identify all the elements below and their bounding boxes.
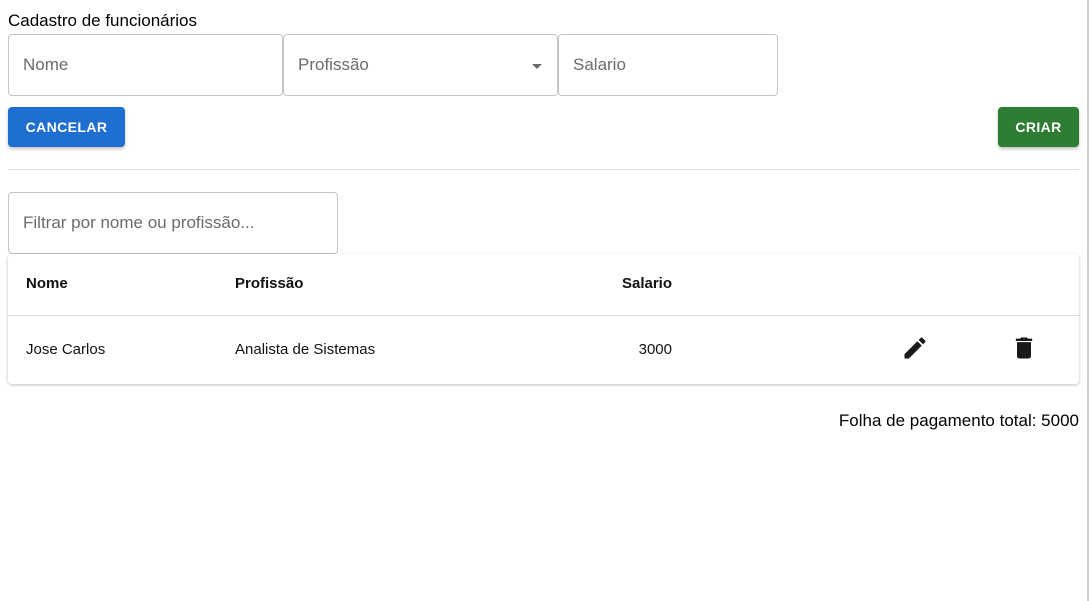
nome-input[interactable]	[9, 35, 282, 95]
edit-button[interactable]	[901, 334, 929, 362]
profissao-select-placeholder: Profissão	[298, 55, 369, 74]
section-divider	[8, 169, 1079, 170]
profissao-select[interactable]: Profissão	[283, 34, 558, 96]
salario-input[interactable]	[559, 35, 777, 95]
trash-icon	[1015, 337, 1033, 359]
employees-table: Nome Profissão Salario Jose Carlos Anali…	[8, 254, 1079, 384]
pencil-icon	[904, 337, 926, 359]
filter-field[interactable]	[8, 192, 338, 254]
row-salario-cell: 3000	[638, 341, 672, 358]
row-nome-cell: Jose Carlos	[26, 341, 106, 358]
cancel-button[interactable]: CANCELAR	[8, 107, 125, 147]
create-button[interactable]: CRIAR	[998, 107, 1079, 147]
header-divider	[8, 315, 1079, 316]
page-title: Cadastro de funcionários	[8, 11, 198, 30]
column-header-nome: Nome	[26, 275, 68, 292]
row-profissao-cell: Analista de Sistemas	[235, 341, 376, 358]
column-header-salario: Salario	[621, 275, 672, 292]
delete-button[interactable]	[1010, 334, 1038, 362]
filter-input[interactable]	[9, 193, 337, 253]
column-header-profissao: Profissão	[235, 275, 304, 292]
dropdown-arrow-icon	[532, 64, 542, 69]
payroll-total: Folha de pagamento total: 5000	[838, 411, 1079, 430]
salario-field[interactable]	[558, 34, 778, 96]
window-edge	[1087, 0, 1089, 601]
nome-field[interactable]	[8, 34, 283, 96]
